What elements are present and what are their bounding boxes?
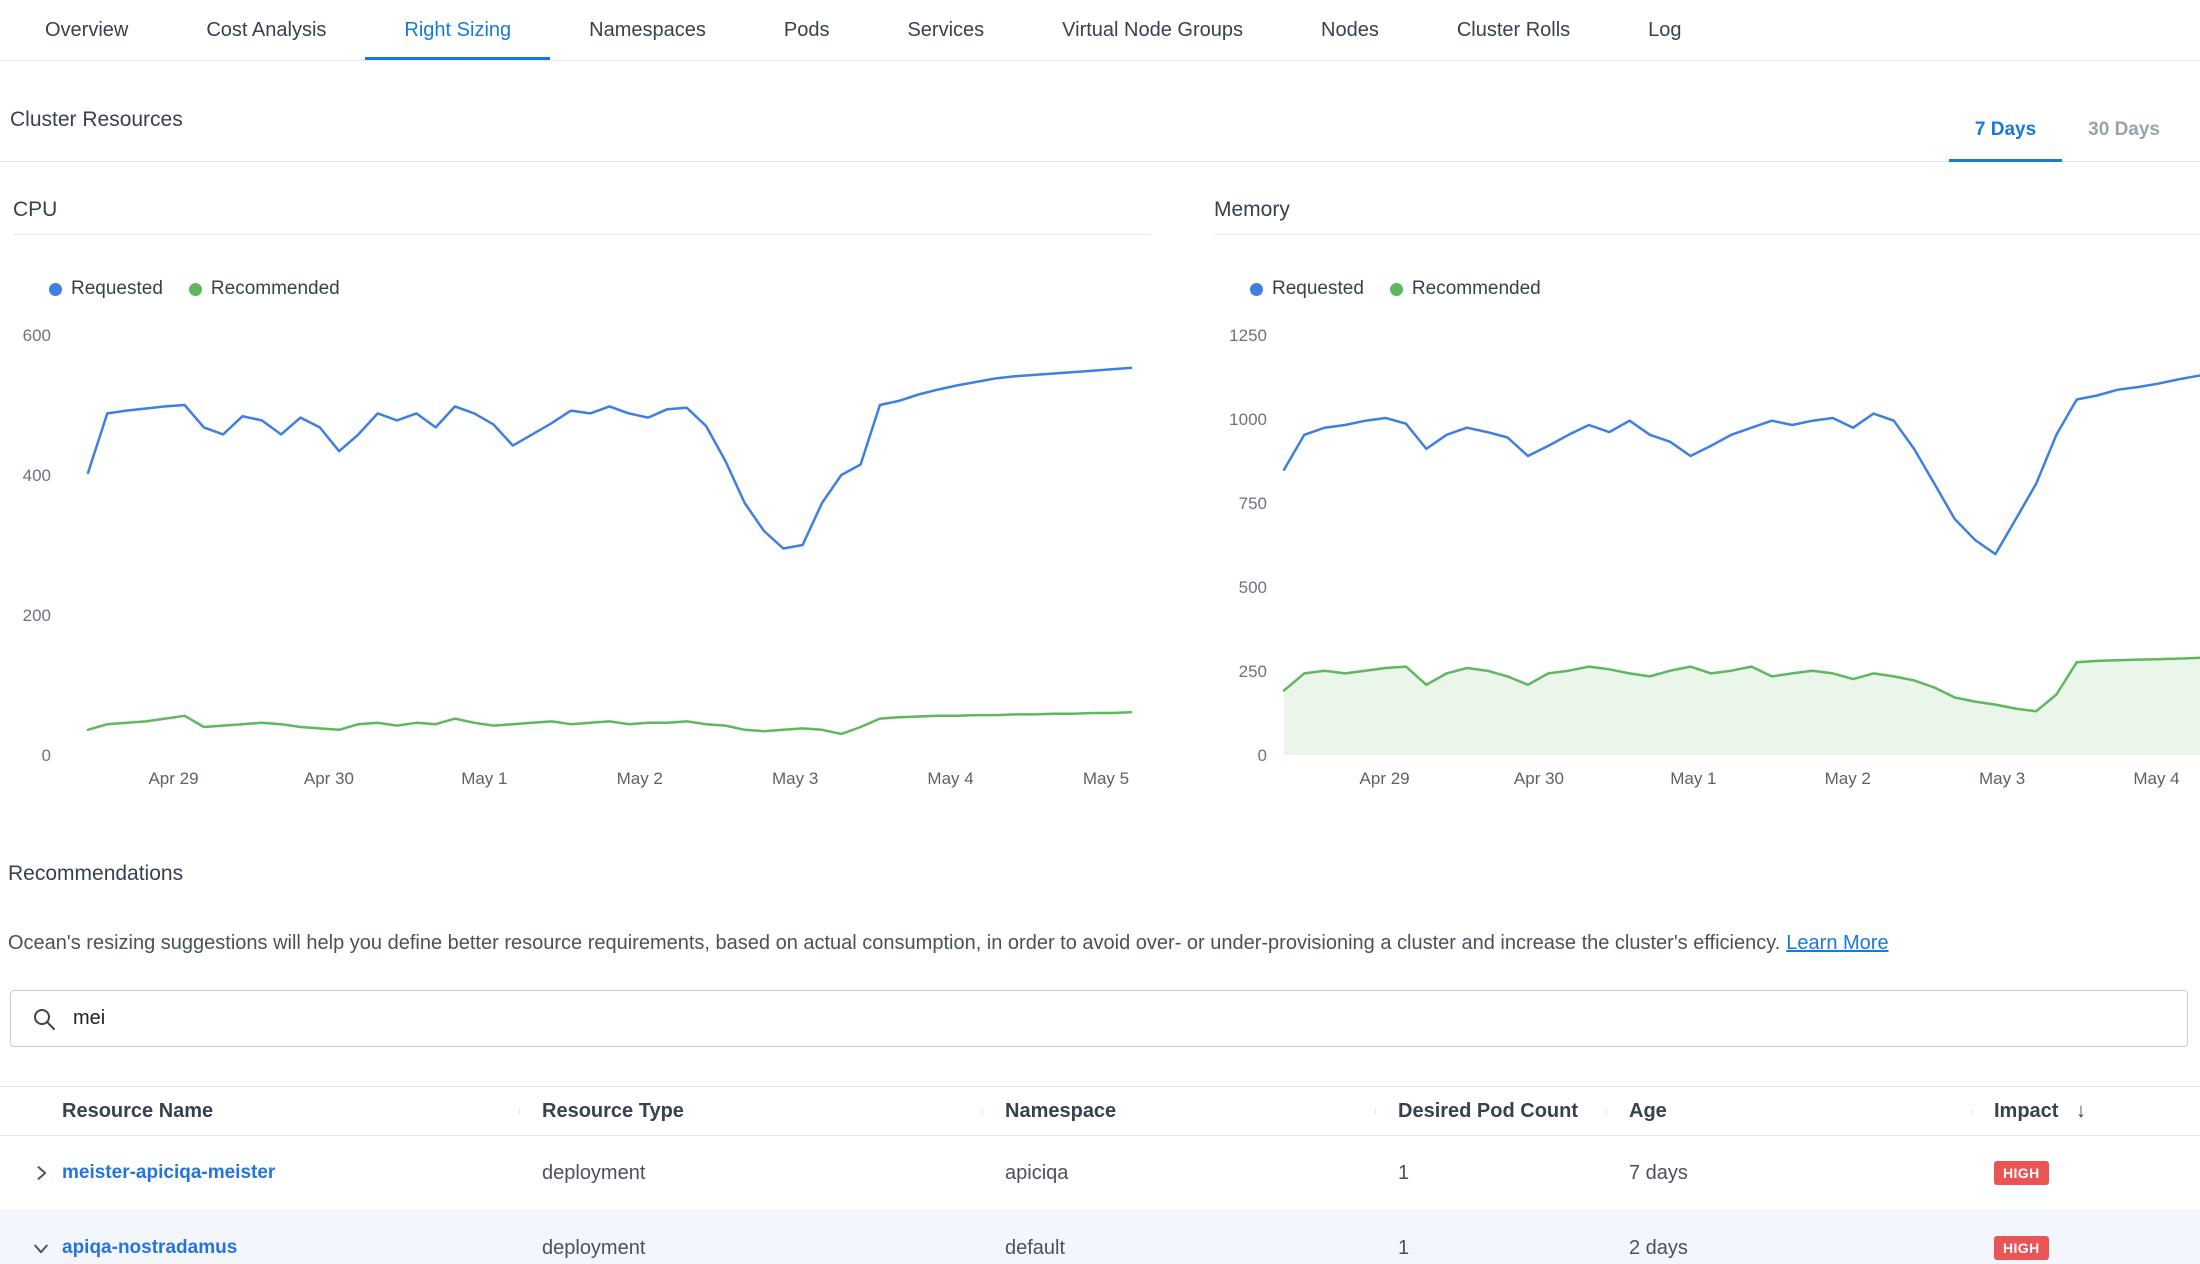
namespace-cell: default: [982, 1237, 1375, 1260]
tab-cost-analysis[interactable]: Cost Analysis: [167, 0, 365, 60]
resource-type-cell: deployment: [519, 1162, 982, 1185]
memory-chart-plot: 0 250 500 750 1000 1250 Apr 29 Apr 30 May 1 May 2…: [1214, 316, 2200, 801]
svg-text:250: 250: [1239, 662, 1267, 681]
col-header-age[interactable]: Age: [1606, 1100, 1971, 1123]
time-range-switch: 7 Days 30 Days: [1949, 99, 2186, 161]
svg-text:600: 600: [23, 326, 51, 345]
recommended-legend-dot: [189, 283, 202, 296]
col-header-impact[interactable]: Impact ↓: [1971, 1100, 2200, 1123]
memory-chart-title: Memory: [1214, 196, 2200, 235]
impact-cell: HIGH: [1971, 1161, 2200, 1185]
svg-text:May 4: May 4: [2133, 769, 2179, 788]
impact-high-badge: HIGH: [1994, 1236, 2049, 1260]
learn-more-link[interactable]: Learn More: [1786, 932, 1888, 954]
recommendations-table: Resource Name Resource Type Namespace De…: [0, 1086, 2200, 1264]
svg-text:May 1: May 1: [461, 769, 507, 788]
cpu-chart-title: CPU: [13, 196, 1150, 235]
svg-text:May 4: May 4: [927, 769, 973, 788]
chevron-right-icon[interactable]: [30, 1162, 52, 1184]
range-7-days[interactable]: 7 Days: [1949, 99, 2062, 161]
svg-text:May 3: May 3: [1979, 769, 2025, 788]
requested-legend-dot: [1250, 283, 1263, 296]
tab-cluster-rolls[interactable]: Cluster Rolls: [1418, 0, 1609, 60]
svg-text:500: 500: [1239, 578, 1267, 597]
tab-namespaces[interactable]: Namespaces: [550, 0, 745, 60]
svg-text:400: 400: [23, 466, 51, 485]
age-cell: 7 days: [1606, 1162, 1971, 1185]
svg-text:1250: 1250: [1229, 326, 1267, 345]
search-box: [10, 990, 2188, 1047]
resource-name-cell: apiqa-nostradamus: [0, 1237, 519, 1259]
cpu-chart-plot: 0 200 400 600 Apr 29 Apr 30 May 1 May 2 May 3 May…: [13, 316, 1150, 801]
table-row[interactable]: apiqa-nostradamus deployment default 1 2…: [0, 1211, 2200, 1264]
col-header-namespace[interactable]: Namespace: [982, 1100, 1375, 1123]
cpu-chart-legend: Requested Recommended: [49, 278, 340, 300]
top-nav-tabs: Overview Cost Analysis Right Sizing Name…: [0, 0, 2200, 61]
impact-cell: HIGH: [1971, 1236, 2200, 1260]
memory-chart-legend: Requested Recommended: [1250, 278, 1541, 300]
recommendations-description: Ocean's resizing suggestions will help y…: [8, 932, 2190, 955]
svg-text:May 1: May 1: [1670, 769, 1716, 788]
svg-text:0: 0: [1258, 746, 1267, 765]
search-icon: [31, 1006, 57, 1032]
cluster-resources-title: Cluster Resources: [10, 108, 183, 132]
svg-text:May 3: May 3: [772, 769, 818, 788]
legend-item-recommended[interactable]: Recommended: [1390, 278, 1541, 300]
requested-legend-dot: [49, 283, 62, 296]
tab-overview[interactable]: Overview: [6, 0, 167, 60]
chevron-down-icon[interactable]: [30, 1237, 52, 1259]
resource-name-link[interactable]: apiqa-nostradamus: [62, 1237, 237, 1259]
table-row[interactable]: meister-apiciqa-meister deployment apici…: [0, 1136, 2200, 1211]
svg-text:Apr 30: Apr 30: [304, 769, 354, 788]
svg-text:Apr 29: Apr 29: [148, 769, 198, 788]
right-sizing-page: Overview Cost Analysis Right Sizing Name…: [0, 0, 2200, 1264]
tab-right-sizing[interactable]: Right Sizing: [365, 0, 550, 60]
age-cell: 2 days: [1606, 1237, 1971, 1260]
svg-text:Apr 30: Apr 30: [1514, 769, 1564, 788]
col-header-resource-type[interactable]: Resource Type: [519, 1100, 982, 1123]
svg-text:May 5: May 5: [1083, 769, 1129, 788]
search-input[interactable]: [71, 1006, 2167, 1031]
svg-text:Apr 29: Apr 29: [1360, 769, 1410, 788]
legend-label: Recommended: [1412, 278, 1541, 300]
svg-text:May 2: May 2: [617, 769, 663, 788]
col-header-resource-name[interactable]: Resource Name: [0, 1100, 519, 1123]
recommended-legend-dot: [1390, 283, 1403, 296]
legend-label: Requested: [1272, 278, 1364, 300]
svg-text:May 2: May 2: [1825, 769, 1871, 788]
tab-log[interactable]: Log: [1609, 0, 1720, 60]
memory-chart: Memory Requested Recommended 0 250 500 750 1…: [1214, 196, 2200, 814]
tab-nodes[interactable]: Nodes: [1282, 0, 1418, 60]
legend-item-requested[interactable]: Requested: [1250, 278, 1364, 300]
legend-label: Recommended: [211, 278, 340, 300]
svg-text:200: 200: [23, 606, 51, 625]
svg-text:750: 750: [1239, 494, 1267, 513]
tab-virtual-node-groups[interactable]: Virtual Node Groups: [1023, 0, 1282, 60]
cpu-chart: CPU Requested Recommended 0 200 400 600 Apr …: [13, 196, 1150, 814]
tab-pods[interactable]: Pods: [745, 0, 869, 60]
sort-desc-icon[interactable]: ↓: [2076, 1100, 2086, 1122]
cluster-resources-header: Cluster Resources 7 Days 30 Days: [0, 61, 2200, 162]
svg-text:1000: 1000: [1229, 410, 1267, 429]
resource-name-cell: meister-apiciqa-meister: [0, 1162, 519, 1184]
legend-label: Requested: [71, 278, 163, 300]
legend-item-requested[interactable]: Requested: [49, 278, 163, 300]
namespace-cell: apiciqa: [982, 1162, 1375, 1185]
recommendations-description-text: Ocean's resizing suggestions will help y…: [8, 932, 1780, 954]
impact-high-badge: HIGH: [1994, 1161, 2049, 1185]
table-header: Resource Name Resource Type Namespace De…: [0, 1086, 2200, 1136]
range-30-days[interactable]: 30 Days: [2062, 99, 2186, 161]
pod-count-cell: 1: [1375, 1237, 1606, 1260]
svg-text:0: 0: [42, 746, 51, 765]
tab-services[interactable]: Services: [868, 0, 1023, 60]
resource-type-cell: deployment: [519, 1237, 982, 1260]
impact-header-label: Impact: [1994, 1100, 2058, 1122]
resource-name-link[interactable]: meister-apiciqa-meister: [62, 1162, 275, 1184]
legend-item-recommended[interactable]: Recommended: [189, 278, 340, 300]
pod-count-cell: 1: [1375, 1162, 1606, 1185]
col-header-desired-pod-count[interactable]: Desired Pod Count: [1375, 1100, 1606, 1123]
recommendations-title: Recommendations: [8, 862, 183, 886]
